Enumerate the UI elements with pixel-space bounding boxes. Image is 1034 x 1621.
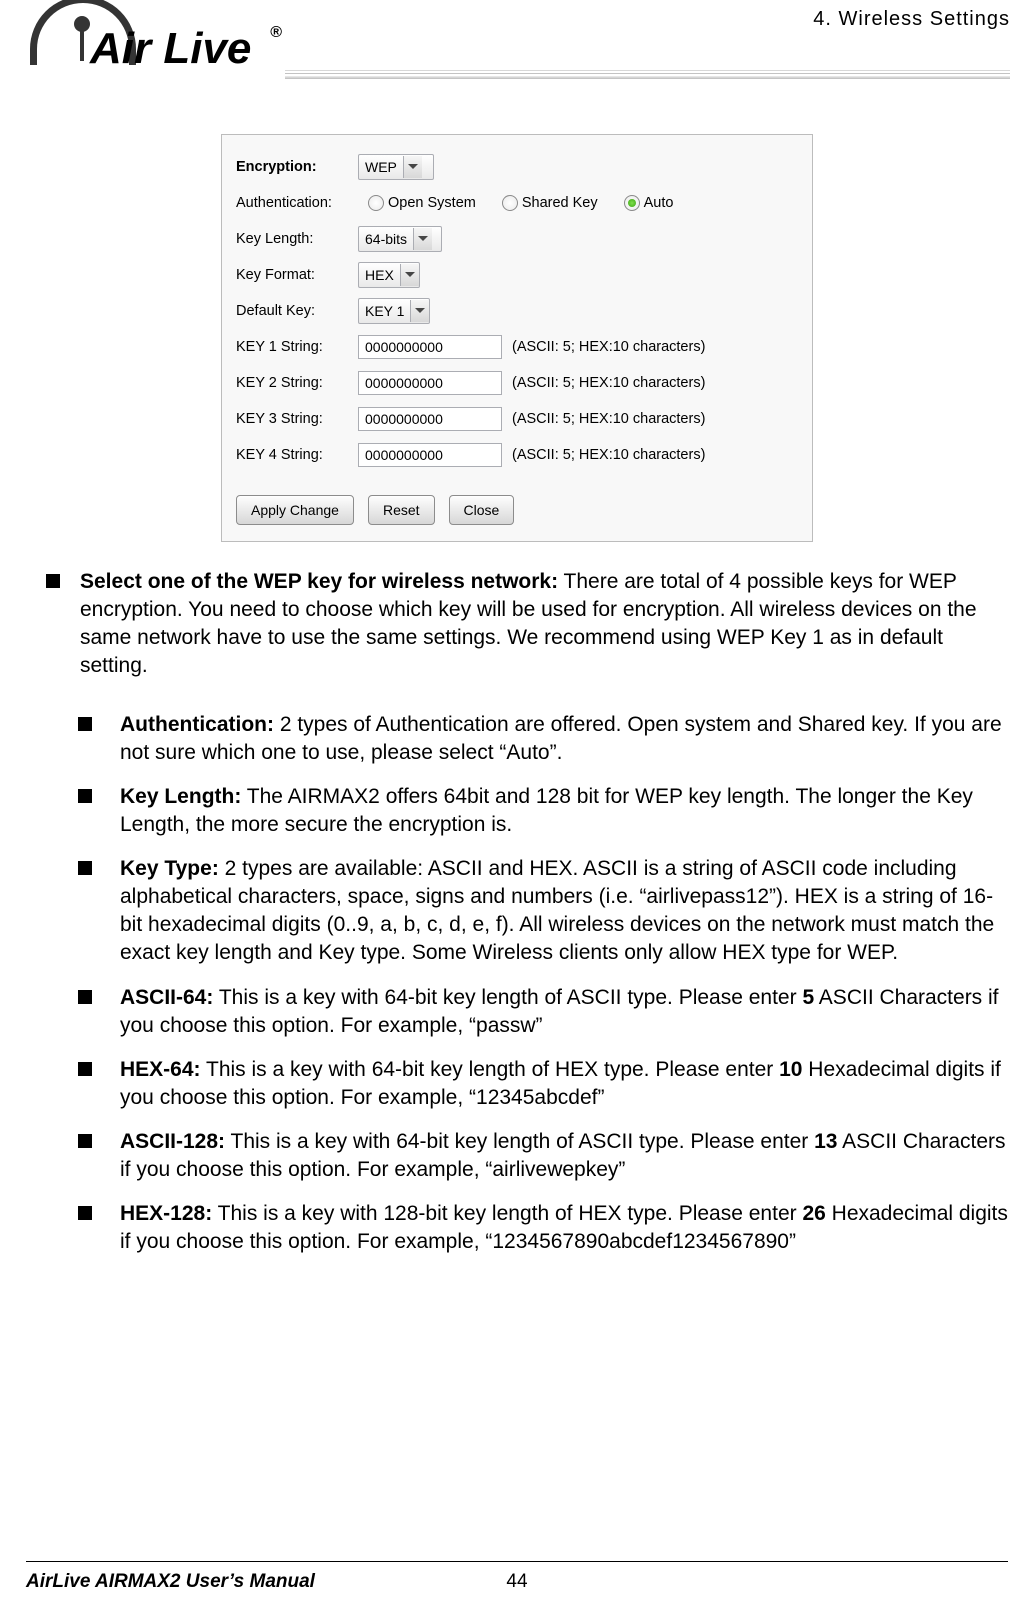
key4-value: 0000000000 [365,447,443,463]
nested-bullet-text: This is a key with 64-bit key length of … [213,986,802,1009]
nested-bullet-text: This is a key with 128-bit key length of… [212,1202,802,1225]
radio-icon [502,195,518,211]
nested-bullet-list: Authentication: 2 types of Authenticatio… [66,711,1008,1257]
nested-bullet: Authentication: 2 types of Authenticatio… [66,711,1008,767]
wep-settings-panel: Encryption: WEP Authentication: Open Sys… [221,134,813,542]
nested-bullet: HEX-128: This is a key with 128-bit key … [66,1200,1008,1256]
close-button[interactable]: Close [449,495,515,525]
nested-bullet-number: 5 [802,986,814,1009]
nested-bullet: Key Type: 2 types are available: ASCII a… [66,855,1008,968]
key4-label: KEY 4 String: [236,447,358,463]
brand-text: Air Live [90,24,251,74]
auth-open-option[interactable]: Open System [368,195,476,211]
page-header: 4. Wireless Settings Air Live ® [0,0,1034,96]
nested-bullet-text: The AIRMAX2 offers 64bit and 128 bit for… [120,785,973,836]
key3-label: KEY 3 String: [236,411,358,427]
nested-bullet-bold: HEX-128: [120,1202,212,1225]
nested-bullet: ASCII-128: This is a key with 64-bit key… [66,1128,1008,1184]
nested-bullet-bold: ASCII-128: [120,1130,225,1153]
key2-label: KEY 2 String: [236,375,358,391]
nested-bullet-text: This is a key with 64-bit key length of … [201,1058,780,1081]
key-length-select[interactable]: 64-bits [358,226,442,252]
nested-bullet-bold: Key Type: [120,857,219,880]
key2-value: 0000000000 [365,375,443,391]
key-format-value: HEX [359,267,400,283]
page-footer: AirLive AIRMAX2 User’s Manual 44 [0,1561,1034,1603]
default-key-select[interactable]: KEY 1 [358,298,430,324]
chevron-down-icon [410,300,429,322]
auth-shared-option[interactable]: Shared Key [502,195,598,211]
key2-input[interactable]: 0000000000 [358,371,502,395]
nested-bullet-number: 26 [802,1202,825,1225]
nested-bullet: HEX-64: This is a key with 64-bit key le… [66,1056,1008,1112]
chevron-down-icon [413,228,432,250]
key2-hint: (ASCII: 5; HEX:10 characters) [512,375,705,391]
key1-label: KEY 1 String: [236,339,358,355]
key-length-value: 64-bits [359,231,413,247]
encryption-label: Encryption: [236,159,358,175]
key-format-select[interactable]: HEX [358,262,420,288]
key1-hint: (ASCII: 5; HEX:10 characters) [512,339,705,355]
logo-antenna-icon [74,16,90,32]
radio-icon [368,195,384,211]
key3-input[interactable]: 0000000000 [358,407,502,431]
footer-page-number: 44 [0,1571,1034,1593]
default-key-value: KEY 1 [359,303,410,319]
header-rule [285,70,1010,78]
nested-bullet-bold: ASCII-64: [120,986,213,1009]
body-content: Select one of the WEP key for wireless n… [0,568,1034,1257]
registered-icon: ® [270,24,282,42]
auth-auto-label: Auto [644,195,674,211]
default-key-label: Default Key: [236,303,358,319]
key1-value: 0000000000 [365,339,443,355]
encryption-select[interactable]: WEP [358,154,434,180]
encryption-value: WEP [359,159,403,175]
brand-logo: Air Live ® [24,6,282,88]
reset-button[interactable]: Reset [368,495,435,525]
nested-bullet-text: This is a key with 64-bit key length of … [225,1130,814,1153]
nested-bullet-number: 10 [779,1058,802,1081]
nested-bullet-number: 13 [814,1130,837,1153]
main-bullet-bold: Select one of the WEP key for wireless n… [80,570,558,593]
footer-rule [26,1561,1008,1562]
nested-bullet-bold: Authentication: [120,713,274,736]
auth-auto-option[interactable]: Auto [624,195,674,211]
nested-bullet: Key Length: The AIRMAX2 offers 64bit and… [66,783,1008,839]
nested-bullet-bold: HEX-64: [120,1058,201,1081]
nested-bullet-bold: Key Length: [120,785,241,808]
main-bullet: Select one of the WEP key for wireless n… [26,568,1008,681]
nested-bullet-text: 2 types are available: ASCII and HEX. AS… [120,857,994,964]
key4-input[interactable]: 0000000000 [358,443,502,467]
key-format-label: Key Format: [236,267,358,283]
chapter-title: 4. Wireless Settings [813,8,1010,31]
apply-change-button[interactable]: Apply Change [236,495,354,525]
key3-hint: (ASCII: 5; HEX:10 characters) [512,411,705,427]
key4-hint: (ASCII: 5; HEX:10 characters) [512,447,705,463]
authentication-label: Authentication: [236,195,358,211]
key1-input[interactable]: 0000000000 [358,335,502,359]
auth-open-label: Open System [388,195,476,211]
radio-checked-icon [624,195,640,211]
chevron-down-icon [403,156,422,178]
chevron-down-icon [400,264,419,286]
key3-value: 0000000000 [365,411,443,427]
key-length-label: Key Length: [236,231,358,247]
nested-bullet: ASCII-64: This is a key with 64-bit key … [66,984,1008,1040]
auth-shared-label: Shared Key [522,195,598,211]
